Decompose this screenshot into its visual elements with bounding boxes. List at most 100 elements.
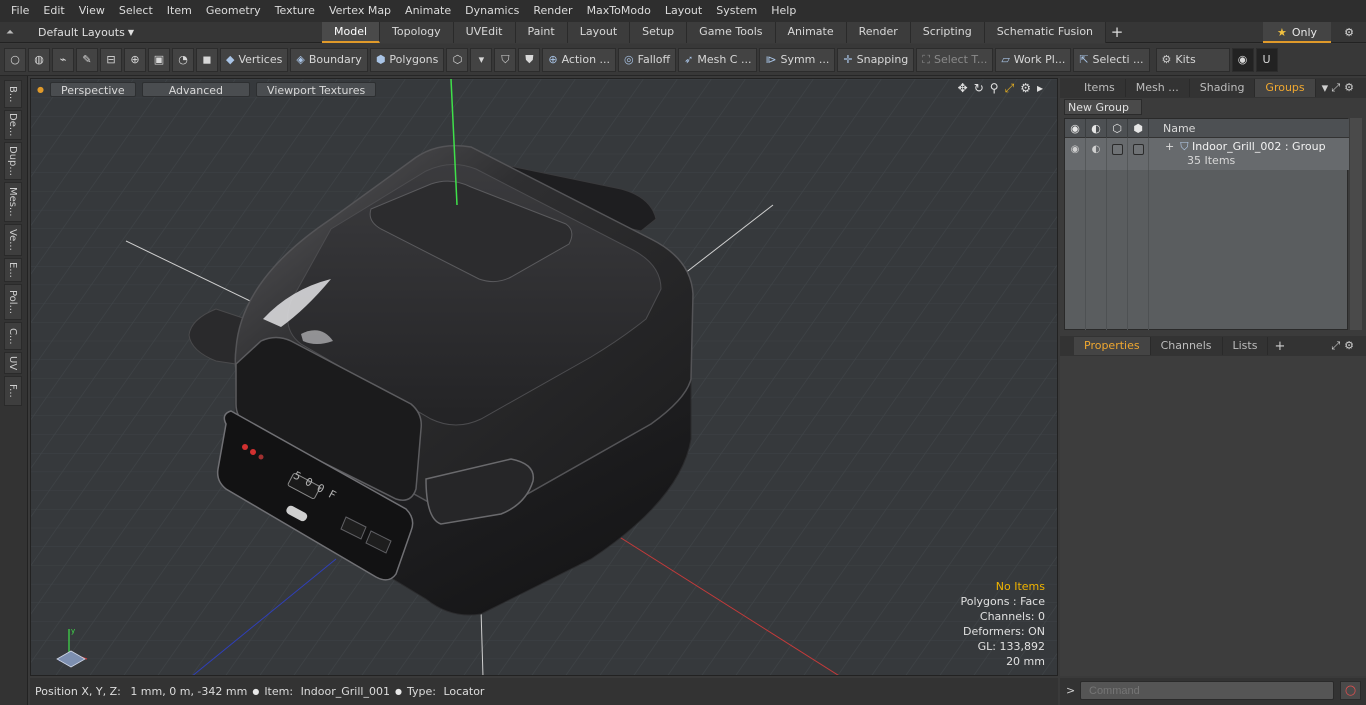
- viewport-menu-arrow-icon[interactable]: ▸: [1037, 81, 1043, 96]
- frame-icon[interactable]: ▣: [148, 47, 170, 72]
- vertices-button[interactable]: ◆ Vertices: [220, 47, 289, 72]
- center-icon[interactable]: ⊕: [124, 47, 146, 72]
- shield-alt-icon[interactable]: ⛊: [518, 47, 541, 72]
- tab-scripting[interactable]: Scripting: [910, 21, 985, 43]
- tab-setup[interactable]: Setup: [630, 21, 688, 43]
- menu-item-help[interactable]: Help: [764, 0, 803, 22]
- tab-schematic-fusion[interactable]: Schematic Fusion: [984, 21, 1107, 43]
- new-group-button[interactable]: New Group: [1064, 99, 1142, 115]
- select-icon[interactable]: ⬢: [1128, 118, 1149, 138]
- only-toggle[interactable]: ★ Only: [1263, 22, 1331, 43]
- menu-item-texture[interactable]: Texture: [268, 0, 322, 22]
- item-mode-icon[interactable]: ⬡: [446, 47, 469, 72]
- mode-dropdown-icon[interactable]: ▾: [470, 47, 493, 72]
- menu-item-geometry[interactable]: Geometry: [199, 0, 268, 22]
- tab-animate[interactable]: Animate: [775, 21, 847, 43]
- groups-scrollbar[interactable]: [1350, 118, 1362, 330]
- add-layout-plus-icon[interactable]: +: [1106, 22, 1128, 43]
- globe-icon[interactable]: ◍: [28, 47, 50, 72]
- panel-expand-gear-icons[interactable]: ⤢⚙: [1331, 81, 1358, 95]
- layout-expand-icon[interactable]: ⏶: [6, 27, 20, 38]
- expand-plus-icon[interactable]: +: [1165, 140, 1174, 153]
- menu-item-system[interactable]: System: [709, 0, 764, 22]
- left-strip-tab-0[interactable]: B...: [4, 80, 22, 108]
- snapping-button[interactable]: ✛ Snapping: [837, 47, 915, 72]
- menu-item-layout[interactable]: Layout: [658, 0, 709, 22]
- row-lock-checkbox[interactable]: [1111, 144, 1123, 155]
- viewport-textures-button[interactable]: Viewport Textures: [256, 81, 377, 97]
- lock-icon[interactable]: ⬡: [1107, 118, 1128, 138]
- work-plane-button[interactable]: ▱ Work Pl...: [995, 47, 1072, 72]
- left-strip-tab-7[interactable]: C...: [4, 322, 22, 350]
- boundary-button[interactable]: ◈ Boundary: [290, 47, 368, 72]
- visibility-eye-icon[interactable]: ◉: [1065, 118, 1086, 138]
- menu-item-maxtomodo[interactable]: MaxToModo: [580, 0, 658, 22]
- rotate-view-icon[interactable]: ↻: [974, 81, 984, 96]
- rotate-icon[interactable]: ◔: [172, 47, 194, 72]
- mesh-constraint-button[interactable]: ➶ Mesh C ...: [678, 47, 758, 72]
- align-icon[interactable]: ⊟: [100, 47, 122, 72]
- move-view-icon[interactable]: ✥: [958, 81, 968, 96]
- layouts-dropdown[interactable]: ⏶ Default Layouts ▼: [0, 22, 322, 43]
- falloff-button[interactable]: ◎ Falloff: [618, 47, 677, 72]
- menu-item-render[interactable]: Render: [526, 0, 579, 22]
- menu-item-select[interactable]: Select: [112, 0, 160, 22]
- left-strip-tab-9[interactable]: F...: [4, 376, 22, 406]
- record-macro-icon[interactable]: ○: [1340, 681, 1361, 700]
- left-strip-tab-6[interactable]: Pol...: [4, 284, 22, 320]
- props-tab-lists[interactable]: Lists: [1223, 337, 1269, 355]
- pen-icon[interactable]: ✎: [76, 47, 98, 72]
- group-row[interactable]: ◉ ◐ + ⛉ Indoor_Grill_002 : Group 35 Items: [1065, 138, 1349, 170]
- select-through-button[interactable]: ⛶ Select T...: [916, 47, 994, 72]
- circle-select-icon[interactable]: ○: [4, 47, 26, 72]
- shield-icon[interactable]: ⛉: [494, 47, 517, 72]
- zoom-view-icon[interactable]: ⚲: [990, 81, 999, 96]
- menu-item-view[interactable]: View: [72, 0, 112, 22]
- left-strip-tab-1[interactable]: De...: [4, 110, 22, 140]
- symmetry-button[interactable]: ⧐ Symm ...: [759, 47, 836, 72]
- maximize-icon[interactable]: ⤢: [1005, 81, 1015, 96]
- left-strip-tab-5[interactable]: E...: [4, 258, 22, 282]
- command-input[interactable]: [1080, 681, 1334, 700]
- props-tab-properties[interactable]: Properties: [1074, 337, 1151, 355]
- left-strip-tab-2[interactable]: Dup...: [4, 142, 22, 180]
- menu-item-edit[interactable]: Edit: [36, 0, 71, 22]
- props-tab-channels[interactable]: Channels: [1151, 337, 1223, 355]
- 3d-viewport[interactable]: ● Perspective Advanced Viewport Textures…: [30, 78, 1058, 676]
- command-arrow-icon[interactable]: >: [1066, 684, 1075, 697]
- add-tab-plus-icon[interactable]: +: [1274, 339, 1285, 354]
- tab-topology[interactable]: Topology: [380, 21, 454, 43]
- panel-dropdown-icon[interactable]: ▾: [1322, 81, 1329, 96]
- action-button[interactable]: ⊕ Action ...: [542, 47, 617, 72]
- menu-item-file[interactable]: File: [4, 0, 36, 22]
- left-strip-tab-8[interactable]: UV: [4, 352, 22, 374]
- modo-cube-icon[interactable]: ◉: [1231, 47, 1254, 72]
- items-tab-groups[interactable]: Groups: [1255, 79, 1316, 97]
- tab-game-tools[interactable]: Game Tools: [687, 21, 776, 43]
- menu-item-vertex-map[interactable]: Vertex Map: [322, 0, 398, 22]
- items-tab-items[interactable]: Items: [1074, 79, 1126, 97]
- row-eye-icon[interactable]: ◉: [1065, 138, 1086, 170]
- tab-uvedit[interactable]: UVEdit: [453, 21, 516, 43]
- row-render-icon[interactable]: ◐: [1086, 138, 1107, 170]
- advanced-button[interactable]: Advanced: [141, 81, 251, 97]
- tab-model[interactable]: Model: [322, 21, 381, 43]
- polygons-button[interactable]: ⬢ Polygons: [369, 47, 445, 72]
- kits-button[interactable]: ⚙ Kits: [1155, 47, 1230, 72]
- menu-item-animate[interactable]: Animate: [398, 0, 458, 22]
- selection-button[interactable]: ⇱ Selecti ...: [1073, 47, 1150, 72]
- left-strip-tab-3[interactable]: Mes...: [4, 182, 22, 222]
- tab-render[interactable]: Render: [846, 21, 911, 43]
- perspective-button[interactable]: Perspective: [49, 81, 136, 97]
- name-column-header[interactable]: Name: [1149, 122, 1195, 135]
- cube-shade-icon[interactable]: ◼: [196, 47, 218, 72]
- panel-expand-gear-icons-bottom[interactable]: ⤢⚙: [1331, 339, 1358, 353]
- left-strip-tab-4[interactable]: Ve...: [4, 224, 22, 256]
- unreal-icon[interactable]: U: [1255, 47, 1278, 72]
- menu-item-item[interactable]: Item: [160, 0, 199, 22]
- row-select-checkbox[interactable]: [1132, 144, 1144, 155]
- gear-icon[interactable]: ⚙: [1338, 22, 1360, 43]
- tab-paint[interactable]: Paint: [515, 21, 568, 43]
- viewport-gear-icon[interactable]: ⚙: [1020, 81, 1031, 96]
- items-tab-mesh[interactable]: Mesh ...: [1126, 79, 1190, 97]
